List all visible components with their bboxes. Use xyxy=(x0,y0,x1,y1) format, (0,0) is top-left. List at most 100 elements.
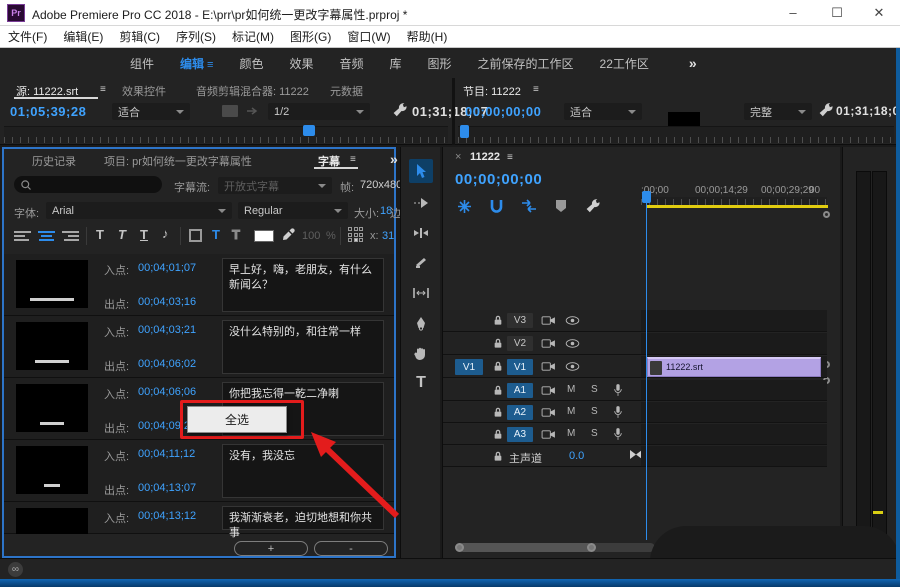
timeline-hscroll-thumb[interactable] xyxy=(459,543,593,552)
monitor-divider[interactable] xyxy=(452,78,455,145)
sync-lock-icon[interactable] xyxy=(541,429,556,440)
workspace-tab-libraries[interactable]: 库 xyxy=(390,55,402,72)
sync-lock-icon[interactable] xyxy=(541,407,556,418)
timeline-panel-menu-icon[interactable]: ≡ xyxy=(507,152,513,163)
sync-lock-icon[interactable] xyxy=(541,385,556,396)
lock-icon[interactable] xyxy=(493,406,503,419)
text-fill-button[interactable]: T xyxy=(212,227,220,242)
track-lane-master[interactable] xyxy=(641,446,827,467)
track-lane-a1[interactable] xyxy=(641,380,827,401)
marker-icon[interactable] xyxy=(555,199,567,213)
sync-lock-icon[interactable] xyxy=(541,338,556,349)
work-area-bar[interactable] xyxy=(646,205,828,208)
workspace-tab-editing[interactable]: 编辑≡ xyxy=(180,55,213,72)
source-patch-v1[interactable]: V1 xyxy=(455,359,483,375)
track-header-a3[interactable]: A3 M S xyxy=(443,424,641,445)
align-left-icon[interactable] xyxy=(14,229,31,243)
lock-icon[interactable] xyxy=(493,337,503,350)
workspace-tab-22[interactable]: 22工作区 xyxy=(600,55,649,72)
linked-selection-icon[interactable] xyxy=(521,199,537,213)
context-menu-select-all[interactable]: 全选 xyxy=(187,406,287,433)
caption-text-field[interactable]: 没有，我没忘 xyxy=(222,444,384,498)
solo-button[interactable]: S xyxy=(591,406,598,417)
track-lane-a3[interactable] xyxy=(641,424,827,445)
font-style-dropdown[interactable]: Regular xyxy=(238,202,348,219)
wrench-icon[interactable] xyxy=(392,102,408,118)
in-timecode[interactable]: 00;04;13;12 xyxy=(138,510,196,522)
source-current-timecode[interactable]: 01;05;39;28 xyxy=(10,104,86,119)
pen-tool[interactable] xyxy=(409,311,433,335)
master-gain-value[interactable]: 0.0 xyxy=(569,450,584,462)
menu-edit[interactable]: 编辑(E) xyxy=(63,28,103,45)
program-time-ruler[interactable] xyxy=(458,126,894,143)
close-button[interactable]: ✕ xyxy=(864,3,894,23)
caption-row[interactable]: 入点: 00;04;01;07 出点: 00;04;03;16 早上好，嗨，老朋… xyxy=(4,254,394,316)
in-timecode[interactable]: 00;04;03;21 xyxy=(138,324,196,336)
menu-marker[interactable]: 标记(M) xyxy=(232,28,274,45)
out-timecode[interactable]: 00;04;03;16 xyxy=(138,296,196,308)
timeline-playhead-grip[interactable] xyxy=(642,191,651,203)
type-tool[interactable]: T xyxy=(409,371,433,395)
out-timecode[interactable]: 00;04;06;02 xyxy=(138,358,196,370)
selection-tool[interactable] xyxy=(409,159,433,183)
tab-program-monitor[interactable]: 节目: 11222 xyxy=(463,83,521,99)
track-header-v1[interactable]: V1 V1 xyxy=(443,356,641,378)
color-swatch[interactable] xyxy=(254,230,274,242)
align-right-icon[interactable] xyxy=(62,229,79,243)
lock-icon[interactable] xyxy=(493,314,503,327)
text-stroke-button[interactable]: T xyxy=(232,227,240,242)
eyedropper-icon[interactable] xyxy=(282,227,296,241)
track-header-v2[interactable]: V2 xyxy=(443,333,641,355)
search-input[interactable] xyxy=(14,176,162,193)
caption-row[interactable]: 入点: 00;04;11;12 出点: 00;04;13;07 没有，我没忘 xyxy=(4,440,394,502)
lock-icon[interactable] xyxy=(493,384,503,397)
in-timecode[interactable]: 00;04;06;06 xyxy=(138,386,196,398)
program-panel-menu-icon[interactable]: ≡ xyxy=(533,84,539,95)
timeline-wrench-icon[interactable] xyxy=(585,198,601,214)
tab-history[interactable]: 历史记录 xyxy=(32,153,76,169)
program-fit-dropdown[interactable]: 适合 xyxy=(564,103,642,120)
snap-magnet-icon[interactable] xyxy=(489,199,504,214)
sync-lock-icon[interactable] xyxy=(541,315,556,326)
italic-button[interactable]: T xyxy=(118,227,126,242)
opacity-value[interactable]: 100 xyxy=(302,230,320,242)
align-center-icon[interactable] xyxy=(38,229,55,243)
track-lane-a2[interactable] xyxy=(641,402,827,423)
source-time-ruler[interactable] xyxy=(4,126,448,143)
mic-icon[interactable] xyxy=(613,405,623,419)
track-badge-a1[interactable]: A1 xyxy=(507,383,533,398)
maximize-button[interactable]: ☐ xyxy=(822,3,852,23)
mute-button[interactable]: M xyxy=(567,384,575,395)
tab-metadata[interactable]: 元数据 xyxy=(330,83,363,99)
track-badge-a2[interactable]: A2 xyxy=(507,405,533,420)
track-header-master[interactable]: 主声道 0.0 xyxy=(443,446,641,467)
source-panel-menu-icon[interactable]: ≡ xyxy=(100,84,106,95)
workspace-tab-audio[interactable]: 音频 xyxy=(339,55,363,72)
music-note-icon[interactable]: ♪ xyxy=(162,226,169,241)
program-playhead-grip[interactable] xyxy=(460,125,469,138)
mic-icon[interactable] xyxy=(613,427,623,441)
workspace-menu-icon[interactable]: ≡ xyxy=(207,59,213,71)
program-quality-dropdown[interactable]: 完整 xyxy=(744,103,812,120)
timeline-hscroll-handle-right[interactable] xyxy=(587,543,596,552)
track-lane-v3[interactable] xyxy=(641,310,827,332)
slip-tool[interactable] xyxy=(409,281,433,305)
mic-icon[interactable] xyxy=(613,383,623,397)
track-badge-v3[interactable]: V3 xyxy=(507,313,533,328)
menu-graphics[interactable]: 图形(G) xyxy=(290,28,331,45)
caption-text-field[interactable]: 早上好，嗨，老朋友，有什么新闻么？ xyxy=(222,258,384,312)
workspace-tab-effects[interactable]: 效果 xyxy=(289,55,313,72)
workspace-overflow-icon[interactable]: » xyxy=(689,55,697,71)
tab-timeline-sequence[interactable]: 11222 xyxy=(470,151,500,163)
track-header-a2[interactable]: A2 M S xyxy=(443,402,641,423)
source-playhead-grip[interactable] xyxy=(303,125,315,136)
program-current-timecode[interactable]: 00;00;00;00 xyxy=(465,104,541,119)
track-select-forward-tool[interactable] xyxy=(409,191,433,215)
settings-icon[interactable] xyxy=(222,105,238,117)
x-position-value[interactable]: 31 xyxy=(382,230,394,242)
lock-icon[interactable] xyxy=(493,428,503,441)
lock-icon[interactable] xyxy=(493,450,503,463)
nest-toggle-icon[interactable] xyxy=(457,199,472,214)
track-header-v3[interactable]: V3 xyxy=(443,310,641,332)
menu-clip[interactable]: 剪辑(C) xyxy=(119,28,160,45)
